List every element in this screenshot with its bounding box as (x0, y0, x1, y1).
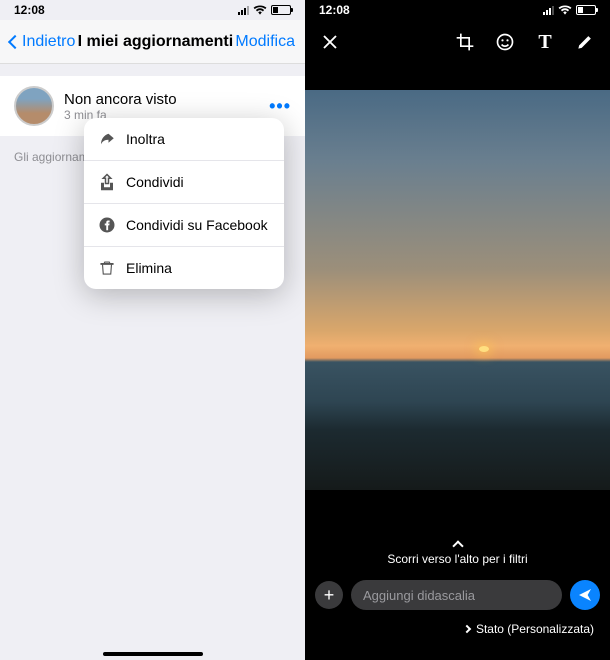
more-button[interactable]: ••• (269, 96, 291, 117)
status-bar: 12:08 (305, 0, 610, 20)
forward-icon (98, 130, 116, 148)
chevron-left-icon (8, 34, 22, 48)
status-right (238, 5, 291, 15)
send-button[interactable] (570, 580, 600, 610)
menu-forward[interactable]: Inoltra (84, 118, 284, 161)
privacy-label: Stato (Personalizzata) (476, 622, 594, 636)
menu-delete-label: Elimina (126, 260, 172, 276)
menu-delete[interactable]: Elimina (84, 247, 284, 289)
page-title: I miei aggiornamenti (78, 33, 234, 51)
signal-icon (543, 6, 554, 15)
wifi-icon (253, 5, 267, 15)
chevron-up-icon (452, 540, 463, 551)
menu-forward-label: Inoltra (126, 131, 165, 147)
menu-share-label: Condividi (126, 174, 184, 190)
home-indicator (103, 652, 203, 656)
privacy-button[interactable]: Stato (Personalizzata) (464, 622, 594, 636)
crop-button[interactable] (454, 31, 476, 53)
trash-icon (98, 259, 116, 277)
status-bar: 12:08 (0, 0, 305, 20)
status-time: 12:08 (319, 3, 350, 17)
chevron-right-icon (463, 625, 471, 633)
back-label: Indietro (22, 33, 75, 51)
caption-row: + Aggiungi didascalia (315, 580, 600, 610)
editor-toolbar: T (305, 20, 610, 64)
menu-share-fb-label: Condividi su Facebook (126, 217, 268, 233)
edit-button[interactable]: Modifica (235, 33, 295, 51)
status-time: 12:08 (14, 3, 45, 17)
nav-bar: Indietro I miei aggiornamenti Modifica (0, 20, 305, 64)
draw-button[interactable] (574, 31, 596, 53)
menu-share-facebook[interactable]: Condividi su Facebook (84, 204, 284, 247)
sun (479, 346, 489, 352)
battery-icon (576, 5, 596, 15)
swipe-hint-label: Scorri verso l'alto per i filtri (387, 552, 527, 566)
right-screen: 12:08 T Scorri verso l'alto per (305, 0, 610, 660)
left-screen: 12:08 Indietro I miei aggiornamenti Modi… (0, 0, 305, 660)
status-right (543, 5, 596, 15)
status-info: Non ancora visto 3 min fa (64, 91, 259, 122)
share-icon (98, 173, 116, 191)
signal-icon (238, 6, 249, 15)
context-menu: Inoltra Condividi Condividi su Facebook … (84, 118, 284, 289)
add-media-button[interactable]: + (315, 581, 343, 609)
close-button[interactable] (319, 31, 341, 53)
wifi-icon (558, 5, 572, 15)
status-avatar (14, 86, 54, 126)
swipe-hint[interactable]: Scorri verso l'alto per i filtri (305, 542, 610, 566)
sticker-button[interactable] (494, 31, 516, 53)
caption-input[interactable]: Aggiungi didascalia (351, 580, 562, 610)
battery-icon (271, 5, 291, 15)
status-title: Non ancora visto (64, 91, 259, 108)
menu-share[interactable]: Condividi (84, 161, 284, 204)
text-button[interactable]: T (534, 31, 556, 53)
back-button[interactable]: Indietro (10, 33, 75, 51)
facebook-icon (98, 216, 116, 234)
status-photo[interactable] (305, 90, 610, 490)
